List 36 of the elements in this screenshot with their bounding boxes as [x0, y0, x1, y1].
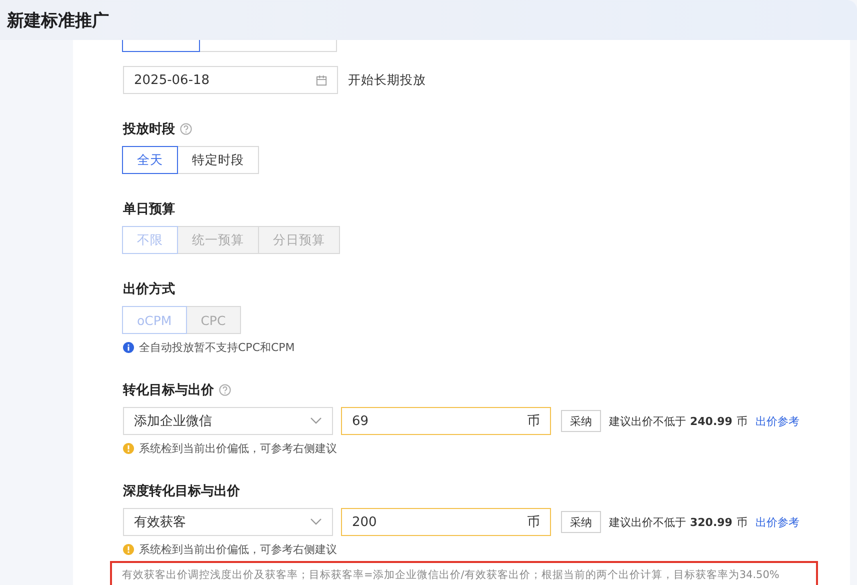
field-label: 转化目标与出价 [123, 382, 214, 399]
field-label: 出价方式 [123, 280, 175, 298]
bid-input[interactable]: 69 币 [341, 407, 551, 435]
suggest-value: 240.99 [690, 414, 732, 428]
field-label: 单日预算 [123, 201, 175, 218]
bid-reference-link[interactable]: 出价参考 [755, 414, 800, 428]
help-icon[interactable] [219, 384, 231, 396]
unit-text: 币 [736, 514, 748, 530]
adopt-button[interactable]: 采纳 [561, 410, 601, 432]
adopt-button[interactable]: 采纳 [561, 511, 601, 533]
date-field[interactable]: 2025-06-18 [123, 66, 338, 94]
calendar-icon[interactable] [316, 74, 327, 86]
suggest-value: 320.99 [690, 516, 732, 528]
suggest-text: 建议出价不低于 [609, 414, 686, 428]
chevron-icon [310, 518, 322, 526]
warning-icon [123, 544, 134, 555]
bid-reference-link[interactable]: 出价参考 [755, 514, 800, 530]
warning-icon [123, 443, 134, 454]
bid-input[interactable]: 200 币 [341, 508, 551, 536]
unit-text: 币 [736, 414, 748, 428]
segment-button[interactable]: 特定时段 [177, 146, 259, 174]
info-icon [123, 342, 134, 353]
select-field[interactable]: 添加企业微信 [123, 407, 333, 435]
field-label: 投放时段 [123, 121, 175, 138]
select-field[interactable]: 有效获客 [123, 508, 333, 536]
chevron-icon [310, 417, 322, 425]
hint-text: 系统检到当前出价偏低，可参考右侧建议 [139, 542, 337, 557]
page-title: 新建标准推广 [7, 10, 109, 32]
formula-note: 有效获客出价调控浅度出价及获客率；目标获客率=添加企业微信出价/有效获客出价；根据当前的两个出价计算，目标获客率为34.50% [110, 561, 818, 585]
segment-button[interactable]: 全天 [122, 146, 178, 174]
hint-text: 系统检到当前出价偏低，可参考右侧建议 [139, 441, 337, 456]
field-label: 深度转化目标与出价 [123, 482, 240, 500]
date-suffix: 开始长期投放 [348, 72, 426, 88]
hint-text: 全自动投放暂不支持CPC和CPM [139, 340, 295, 355]
suggest-text: 建议出价不低于 [609, 514, 686, 530]
help-icon[interactable] [180, 123, 192, 135]
